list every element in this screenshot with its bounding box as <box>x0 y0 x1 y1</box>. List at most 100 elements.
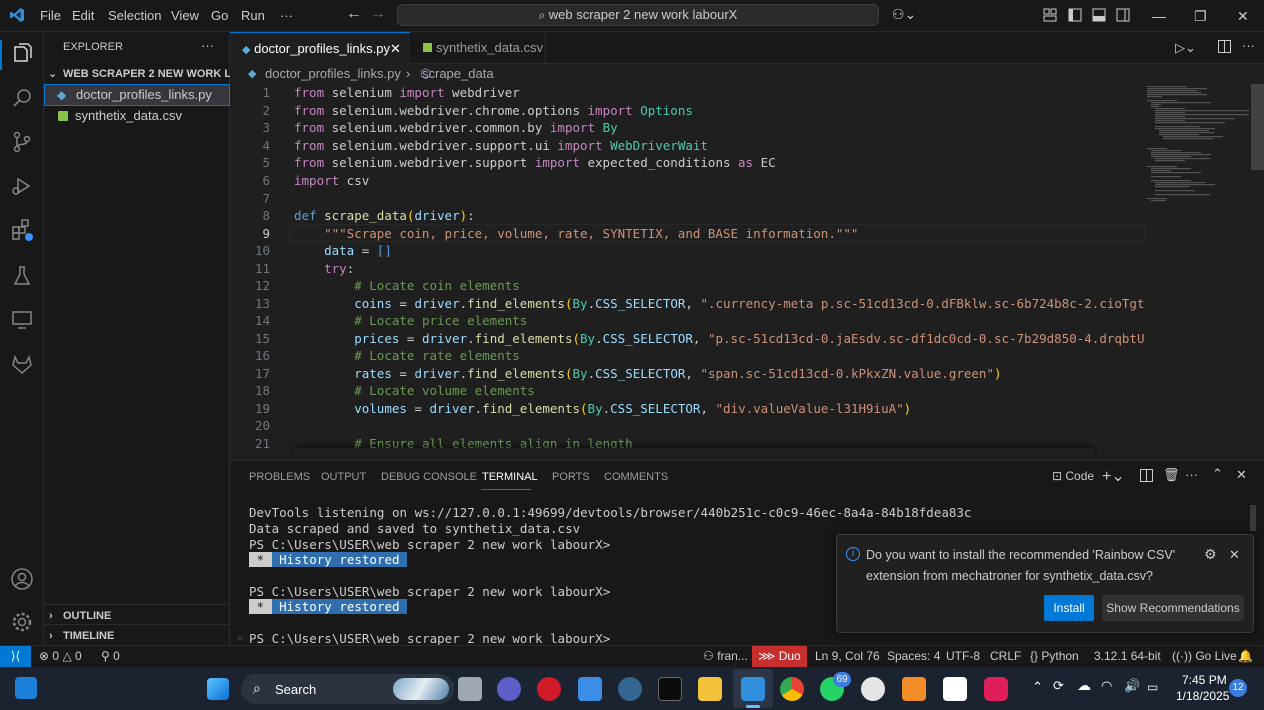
problems-indicator[interactable]: ⊗ 0 △ 0 <box>39 646 82 667</box>
vscode-taskbar-active[interactable] <box>733 669 773 708</box>
tab-ports[interactable]: PORTS <box>552 471 590 483</box>
menu-go[interactable]: Go <box>211 8 228 23</box>
breadcrumb-file[interactable]: doctor_profiles_links.py <box>265 64 401 84</box>
timeline-section[interactable]: › TIMELINE <box>44 624 230 646</box>
close-tab-icon[interactable]: ✕ <box>390 33 401 65</box>
trash-icon[interactable]: 🗑 <box>1163 467 1180 483</box>
close-panel-icon[interactable]: ✕ <box>1236 467 1247 483</box>
xampp-icon[interactable] <box>902 677 926 701</box>
workspace-folder[interactable]: ⌄ WEB SCRAPER 2 NEW WORK LA... <box>44 63 230 85</box>
teams-icon[interactable] <box>497 677 521 701</box>
command-center-search[interactable]: ⌕ web scraper 2 new work labourX <box>397 4 879 26</box>
tab-debug-console[interactable]: DEBUG CONSOLE <box>381 471 477 483</box>
customize-layout-icon[interactable] <box>1043 8 1057 25</box>
cursor-position[interactable]: Ln 9, Col 76 <box>815 646 880 667</box>
scrollbar-thumb[interactable] <box>1251 84 1264 170</box>
wordpress-icon[interactable] <box>861 677 885 701</box>
wifi-icon[interactable]: ◠ <box>1101 678 1112 694</box>
code-editor[interactable]: 1 2 3 4 5 6 7 8 9 10 11 12 13 14 15 16 17 18 19 20 21 from s… <box>230 84 1145 460</box>
outline-section[interactable]: › OUTLINE <box>44 604 230 626</box>
menu-view[interactable]: View <box>171 8 199 23</box>
gear-icon[interactable]: ⚙ <box>1204 546 1217 563</box>
clock-date[interactable]: 1/18/2025 <box>1176 689 1229 703</box>
close-notification-icon[interactable]: ✕ <box>1229 547 1240 563</box>
slack-icon[interactable] <box>984 677 1008 701</box>
chevron-up-icon[interactable]: ⌃ <box>1032 679 1043 695</box>
file-item-py[interactable]: ◆ doctor_profiles_links.py <box>44 84 230 106</box>
tab-comments[interactable]: COMMENTS <box>604 471 668 483</box>
notification-center-badge[interactable]: 12 <box>1229 679 1247 697</box>
battery-icon[interactable]: ▭ <box>1147 680 1158 694</box>
install-button[interactable]: Install <box>1044 595 1094 621</box>
minimize-icon[interactable]: — <box>1152 8 1166 24</box>
taskbar-search-box[interactable]: ⌕ Search <box>241 674 454 704</box>
terminal-scrollbar[interactable] <box>1250 505 1256 531</box>
accounts-icon[interactable] <box>10 567 34 591</box>
python-interpreter[interactable]: 3.12.1 64-bit <box>1094 646 1161 667</box>
testing-icon[interactable] <box>10 264 34 288</box>
duo-indicator[interactable]: ⋙ Duo <box>752 646 807 667</box>
indentation[interactable]: Spaces: 4 <box>887 646 940 667</box>
ports-indicator[interactable]: ⚲ 0 <box>101 646 120 667</box>
windows-start-icon[interactable] <box>207 678 229 700</box>
extensions-icon[interactable] <box>10 218 34 242</box>
postgres-icon[interactable] <box>618 677 642 701</box>
editor-scrollbar[interactable] <box>1251 84 1264 460</box>
menu-file[interactable]: File <box>40 8 61 23</box>
tab-problems[interactable]: PROBLEMS <box>249 471 310 483</box>
run-file-icon[interactable]: ▷⌄ <box>1175 40 1196 56</box>
menu-run[interactable]: Run <box>241 8 265 23</box>
breadcrumb-symbol[interactable]: scrape_data <box>422 64 494 84</box>
copilot-icon[interactable]: ⚇⌄ <box>892 6 916 23</box>
opera-icon[interactable] <box>537 677 561 701</box>
sync-icon[interactable]: ⟳ <box>1053 678 1064 694</box>
toggle-panel-icon[interactable] <box>1092 8 1106 25</box>
file-item-csv[interactable]: synthetix_data.csv <box>44 105 230 127</box>
tab-doctor-profiles[interactable]: ◆ doctor_profiles_links.py ✕ <box>230 32 410 64</box>
explorer-icon[interactable] <box>10 42 34 66</box>
menu-selection[interactable]: Selection <box>108 8 161 23</box>
close-window-icon[interactable]: ✕ <box>1237 8 1249 25</box>
run-debug-icon[interactable] <box>10 174 34 198</box>
encoding[interactable]: UTF-8 <box>946 646 980 667</box>
gitlab-icon[interactable] <box>10 352 34 376</box>
file-explorer-icon[interactable] <box>698 677 722 701</box>
restore-icon[interactable]: ❐ <box>1194 8 1207 25</box>
store-icon[interactable] <box>578 677 602 701</box>
menu-edit[interactable]: Edit <box>72 8 94 23</box>
task-view-icon[interactable] <box>458 677 482 701</box>
terminal-app-icon[interactable] <box>658 677 682 701</box>
terminal-shell-selector[interactable]: ⊡ Code <box>1052 469 1094 483</box>
language-mode[interactable]: {} Python <box>1030 646 1079 667</box>
maximize-panel-icon[interactable]: ⌃ <box>1212 466 1223 482</box>
minimap[interactable] <box>1145 84 1249 460</box>
widgets-icon[interactable] <box>15 677 37 699</box>
remote-indicator[interactable]: ⟩⟨ <box>0 646 31 667</box>
capcut-icon[interactable] <box>943 677 967 701</box>
clock-time[interactable]: 7:45 PM <box>1182 673 1227 687</box>
remote-explorer-icon[interactable] <box>10 308 34 332</box>
source-control-icon[interactable] <box>10 130 34 154</box>
settings-gear-icon[interactable] <box>10 610 34 634</box>
tab-synthetix-data[interactable]: synthetix_data.csv <box>411 32 546 64</box>
split-editor-icon[interactable] <box>1218 40 1231 56</box>
volume-icon[interactable]: 🔊 <box>1124 678 1140 694</box>
show-recommendations-button[interactable]: Show Recommendations <box>1102 595 1244 621</box>
menu-more[interactable]: ··· <box>280 8 293 23</box>
explorer-more-button[interactable]: ··· <box>201 38 214 53</box>
search-view-icon[interactable] <box>10 86 34 110</box>
account-indicator[interactable]: ⚇ fran... <box>703 646 748 667</box>
line-ending[interactable]: CRLF <box>990 646 1021 667</box>
panel-more-icon[interactable]: ··· <box>1185 467 1198 482</box>
tab-output[interactable]: OUTPUT <box>321 471 366 483</box>
cloud-icon[interactable]: ☁ <box>1077 677 1091 694</box>
chrome-icon[interactable] <box>780 677 804 701</box>
new-terminal-icon[interactable]: +⌄ <box>1102 466 1125 486</box>
forward-arrow-icon[interactable]: → <box>370 5 386 23</box>
go-live-button[interactable]: ((·)) Go Live <box>1172 646 1237 667</box>
notifications-bell-icon[interactable]: 🔔 <box>1238 646 1253 667</box>
back-arrow-icon[interactable]: ← <box>346 5 362 23</box>
toggle-sidebar-icon[interactable] <box>1068 8 1082 25</box>
toggle-secondary-sidebar-icon[interactable] <box>1116 8 1130 25</box>
tab-terminal[interactable]: TERMINAL <box>482 471 538 483</box>
